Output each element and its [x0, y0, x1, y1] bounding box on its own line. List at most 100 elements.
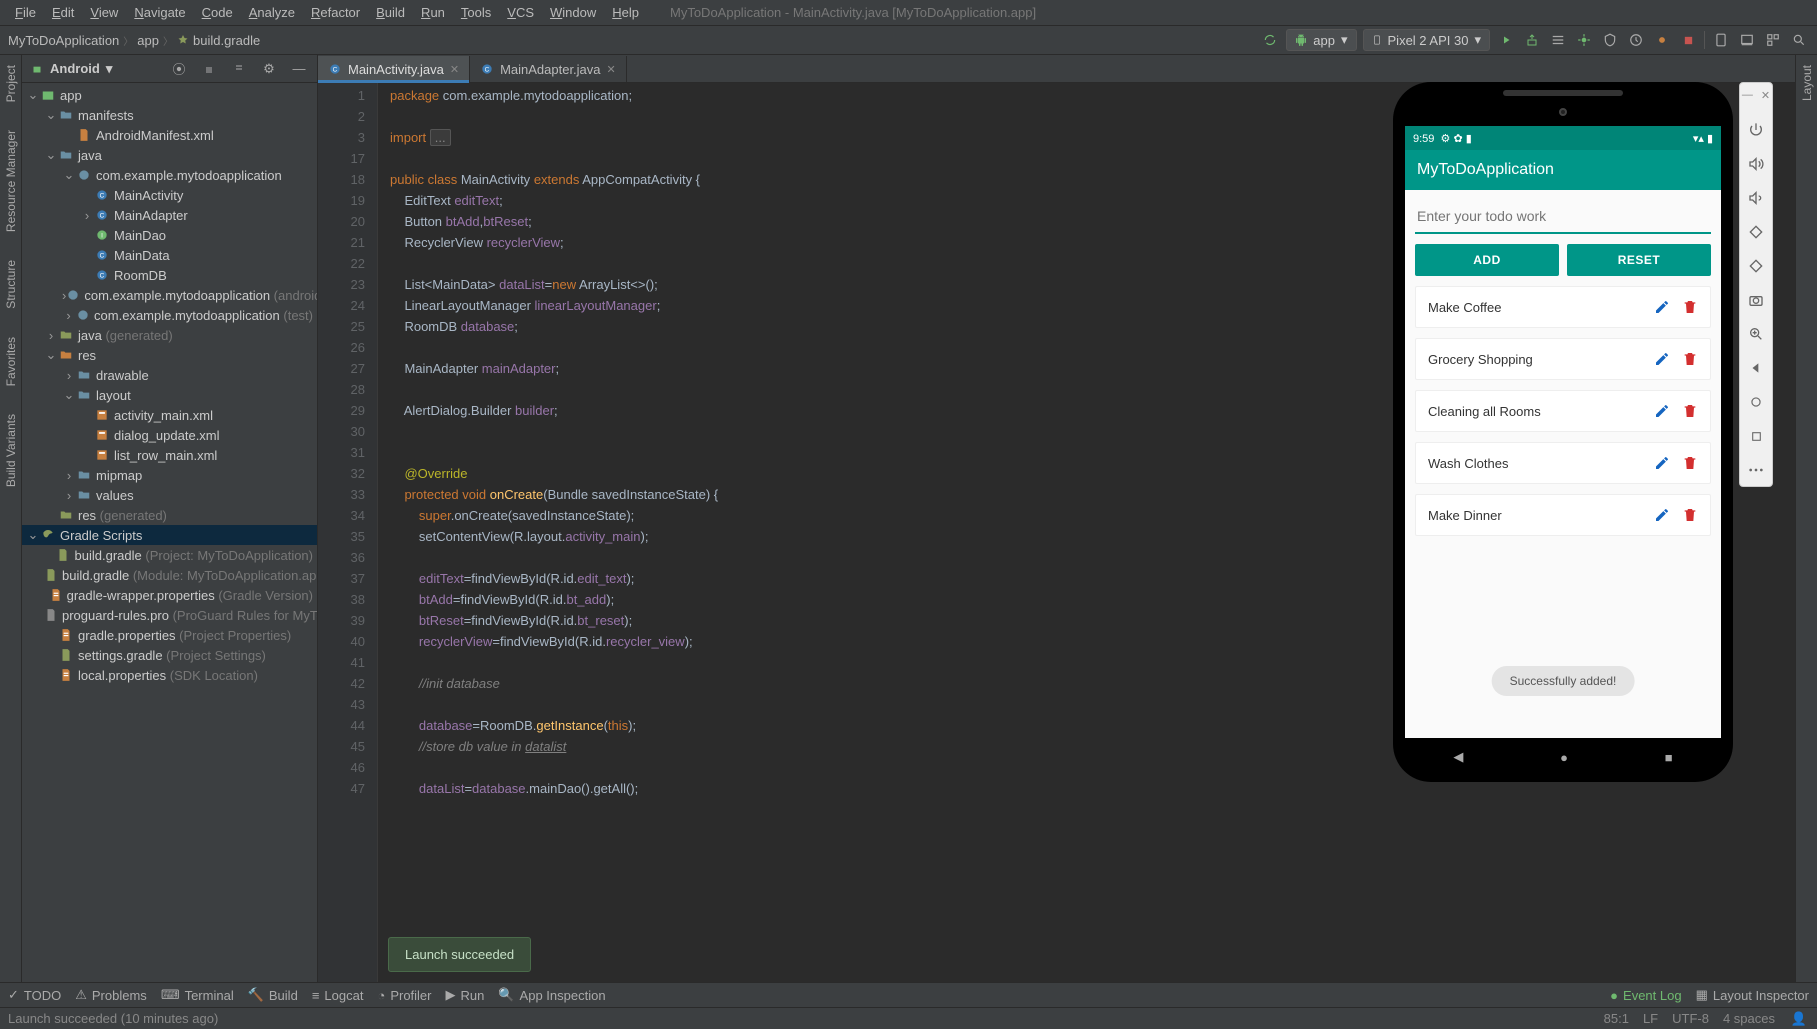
- add-button[interactable]: ADD: [1415, 244, 1559, 276]
- delete-icon[interactable]: [1682, 351, 1698, 367]
- todo-input[interactable]: [1415, 200, 1711, 234]
- menu-build[interactable]: Build: [369, 2, 412, 23]
- emu-back-icon[interactable]: [1746, 358, 1766, 378]
- editor-tab[interactable]: CMainActivity.java✕: [318, 56, 470, 82]
- menu-window[interactable]: Window: [543, 2, 603, 23]
- tool-tab-build-variants[interactable]: Build Variants: [4, 410, 18, 491]
- coverage-icon[interactable]: [1600, 30, 1620, 50]
- close-tab-icon[interactable]: ✕: [450, 63, 459, 76]
- tree-node[interactable]: ›mipmap: [22, 465, 317, 485]
- delete-icon[interactable]: [1682, 299, 1698, 315]
- close-tab-icon[interactable]: ✕: [607, 63, 616, 76]
- menu-help[interactable]: Help: [605, 2, 646, 23]
- sync-icon[interactable]: [1260, 30, 1280, 50]
- volume-down-icon[interactable]: [1746, 188, 1766, 208]
- tree-node[interactable]: ⌄app: [22, 85, 317, 105]
- run-config-selector[interactable]: app ▾: [1286, 29, 1356, 51]
- tree-node[interactable]: gradle.properties (Project Properties): [22, 625, 317, 645]
- overview-icon[interactable]: ■: [1665, 750, 1673, 765]
- tree-node[interactable]: CMainActivity: [22, 185, 317, 205]
- search-everywhere-icon[interactable]: [1789, 30, 1809, 50]
- bottom-tab-problems[interactable]: ⚠Problems: [75, 987, 147, 1003]
- select-opened-file-icon[interactable]: ⦿: [169, 59, 189, 79]
- tree-node[interactable]: res (generated): [22, 505, 317, 525]
- edit-icon[interactable]: [1654, 403, 1670, 419]
- tree-node[interactable]: activity_main.xml: [22, 405, 317, 425]
- tool-tab-resource-manager[interactable]: Resource Manager: [4, 126, 18, 236]
- menu-code[interactable]: Code: [195, 2, 240, 23]
- breadcrumb-item[interactable]: app: [137, 33, 159, 48]
- edit-icon[interactable]: [1654, 299, 1670, 315]
- run-icon[interactable]: [1496, 30, 1516, 50]
- tree-node[interactable]: ›drawable: [22, 365, 317, 385]
- breadcrumb-item[interactable]: MyToDoApplication: [8, 33, 119, 48]
- resource-manager-icon[interactable]: [1763, 30, 1783, 50]
- tree-node[interactable]: ⌄manifests: [22, 105, 317, 125]
- tree-node[interactable]: local.properties (SDK Location): [22, 665, 317, 685]
- tree-node[interactable]: CMainData: [22, 245, 317, 265]
- collapse-all-icon[interactable]: [229, 59, 249, 79]
- camera-icon[interactable]: [1746, 290, 1766, 310]
- bottom-tab-run[interactable]: ▶Run: [446, 987, 485, 1003]
- reset-button[interactable]: RESET: [1567, 244, 1711, 276]
- delete-icon[interactable]: [1682, 403, 1698, 419]
- menu-tools[interactable]: Tools: [454, 2, 498, 23]
- bottom-tab-event-log[interactable]: ●Event Log: [1610, 988, 1681, 1003]
- back-icon[interactable]: ◀: [1453, 749, 1463, 765]
- close-icon[interactable]: ✕: [1761, 89, 1770, 102]
- bottom-tab-profiler[interactable]: ◔Profiler: [377, 988, 431, 1003]
- tree-node[interactable]: ⌄Gradle Scripts: [22, 525, 317, 545]
- menu-vcs[interactable]: VCS: [500, 2, 541, 23]
- rotate-right-icon[interactable]: [1746, 256, 1766, 276]
- device-selector[interactable]: Pixel 2 API 30 ▾: [1363, 29, 1490, 51]
- expand-all-icon[interactable]: [199, 59, 219, 79]
- tree-node[interactable]: AndroidManifest.xml: [22, 125, 317, 145]
- tree-node[interactable]: ›CMainAdapter: [22, 205, 317, 225]
- inspection-icon[interactable]: 👤: [1789, 1009, 1809, 1029]
- emulator-screen[interactable]: 9:59 ⚙ ✿ ▮ ▾▴ ▮ MyToDoApplication ADD RE…: [1405, 126, 1721, 738]
- bottom-tab-logcat[interactable]: ≡Logcat: [312, 988, 364, 1003]
- menu-edit[interactable]: Edit: [45, 2, 81, 23]
- tree-node[interactable]: build.gradle (Project: MyToDoApplication…: [22, 545, 317, 565]
- tree-node[interactable]: ⌄layout: [22, 385, 317, 405]
- indent-setting[interactable]: 4 spaces: [1723, 1011, 1775, 1026]
- power-icon[interactable]: [1746, 120, 1766, 140]
- project-view-selector[interactable]: Android ▾: [30, 61, 112, 77]
- menu-analyze[interactable]: Analyze: [242, 2, 302, 23]
- bottom-tab-layout-inspector[interactable]: ▦Layout Inspector: [1696, 987, 1809, 1003]
- menu-view[interactable]: View: [83, 2, 125, 23]
- tool-tab-structure[interactable]: Structure: [4, 256, 18, 313]
- zoom-icon[interactable]: [1746, 324, 1766, 344]
- line-separator[interactable]: LF: [1643, 1011, 1658, 1026]
- tree-node[interactable]: dialog_update.xml: [22, 425, 317, 445]
- tool-tab-layout[interactable]: Layout: [1800, 61, 1814, 105]
- apply-changes-icon[interactable]: [1548, 30, 1568, 50]
- editor-tab[interactable]: CMainAdapter.java✕: [470, 56, 627, 82]
- tree-node[interactable]: ›com.example.mytodoapplication (androidT…: [22, 285, 317, 305]
- stop-icon[interactable]: [1678, 30, 1698, 50]
- attach-debugger-icon[interactable]: [1652, 30, 1672, 50]
- tree-node[interactable]: ⌄java: [22, 145, 317, 165]
- tree-node[interactable]: ›java (generated): [22, 325, 317, 345]
- caret-position[interactable]: 85:1: [1604, 1011, 1629, 1026]
- tree-node[interactable]: ⌄res: [22, 345, 317, 365]
- avd-manager-icon[interactable]: [1711, 30, 1731, 50]
- volume-up-icon[interactable]: [1746, 154, 1766, 174]
- hide-panel-icon[interactable]: —: [289, 59, 309, 79]
- project-tree[interactable]: ⌄app⌄manifestsAndroidManifest.xml⌄java⌄c…: [22, 83, 317, 982]
- tree-node[interactable]: ⌄com.example.mytodoapplication: [22, 165, 317, 185]
- bottom-tab-build[interactable]: 🔨Build: [248, 987, 298, 1003]
- minimize-icon[interactable]: —: [1742, 89, 1753, 102]
- more-icon[interactable]: [1746, 460, 1766, 480]
- menu-run[interactable]: Run: [414, 2, 452, 23]
- debug-icon[interactable]: [1574, 30, 1594, 50]
- menu-file[interactable]: File: [8, 2, 43, 23]
- menu-refactor[interactable]: Refactor: [304, 2, 367, 23]
- file-encoding[interactable]: UTF-8: [1672, 1011, 1709, 1026]
- settings-icon[interactable]: ⚙: [259, 59, 279, 79]
- tree-node[interactable]: ›com.example.mytodoapplication (test): [22, 305, 317, 325]
- edit-icon[interactable]: [1654, 455, 1670, 471]
- tool-tab-project[interactable]: Project: [4, 61, 18, 106]
- bottom-tab-terminal[interactable]: ⌨Terminal: [161, 987, 234, 1003]
- debug-apply-icon[interactable]: [1522, 30, 1542, 50]
